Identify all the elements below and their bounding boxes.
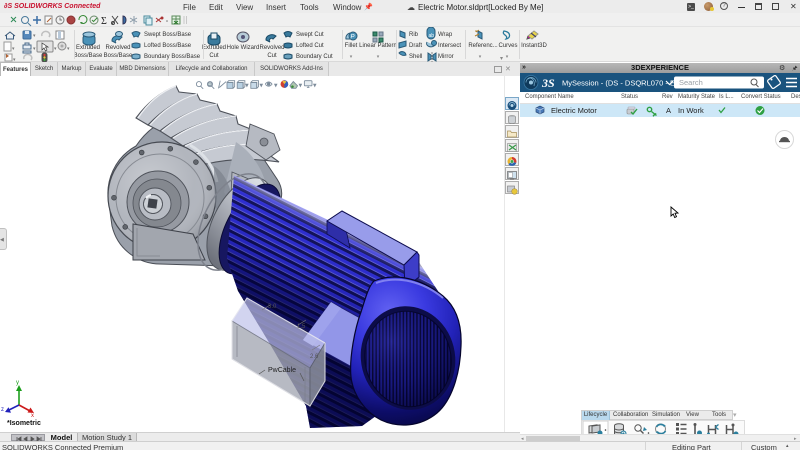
svg-text:Σ: Σ	[101, 16, 107, 27]
svg-text:2.6: 2.6	[310, 354, 319, 360]
svg-text:x: x	[31, 413, 34, 418]
svg-text:y: y	[16, 380, 19, 386]
svg-text:3S: 3S	[541, 76, 555, 90]
svg-text:MySession - (DS - DSQRL070 - E: MySession - (DS - DSQRL070 - E...	[562, 79, 681, 88]
svg-text:P: P	[351, 35, 355, 41]
svg-text:▾: ▾	[54, 46, 57, 52]
svg-text:3.0: 3.0	[268, 304, 277, 310]
svg-text:ab: ab	[429, 33, 435, 39]
svg-text:Search: Search	[679, 78, 703, 87]
svg-text:▾: ▾	[33, 46, 36, 52]
svg-text:z: z	[1, 407, 4, 413]
svg-text:▾: ▾	[33, 33, 36, 39]
svg-text:▾: ▾	[12, 46, 15, 52]
svg-text:PwCable: PwCable	[268, 367, 296, 374]
